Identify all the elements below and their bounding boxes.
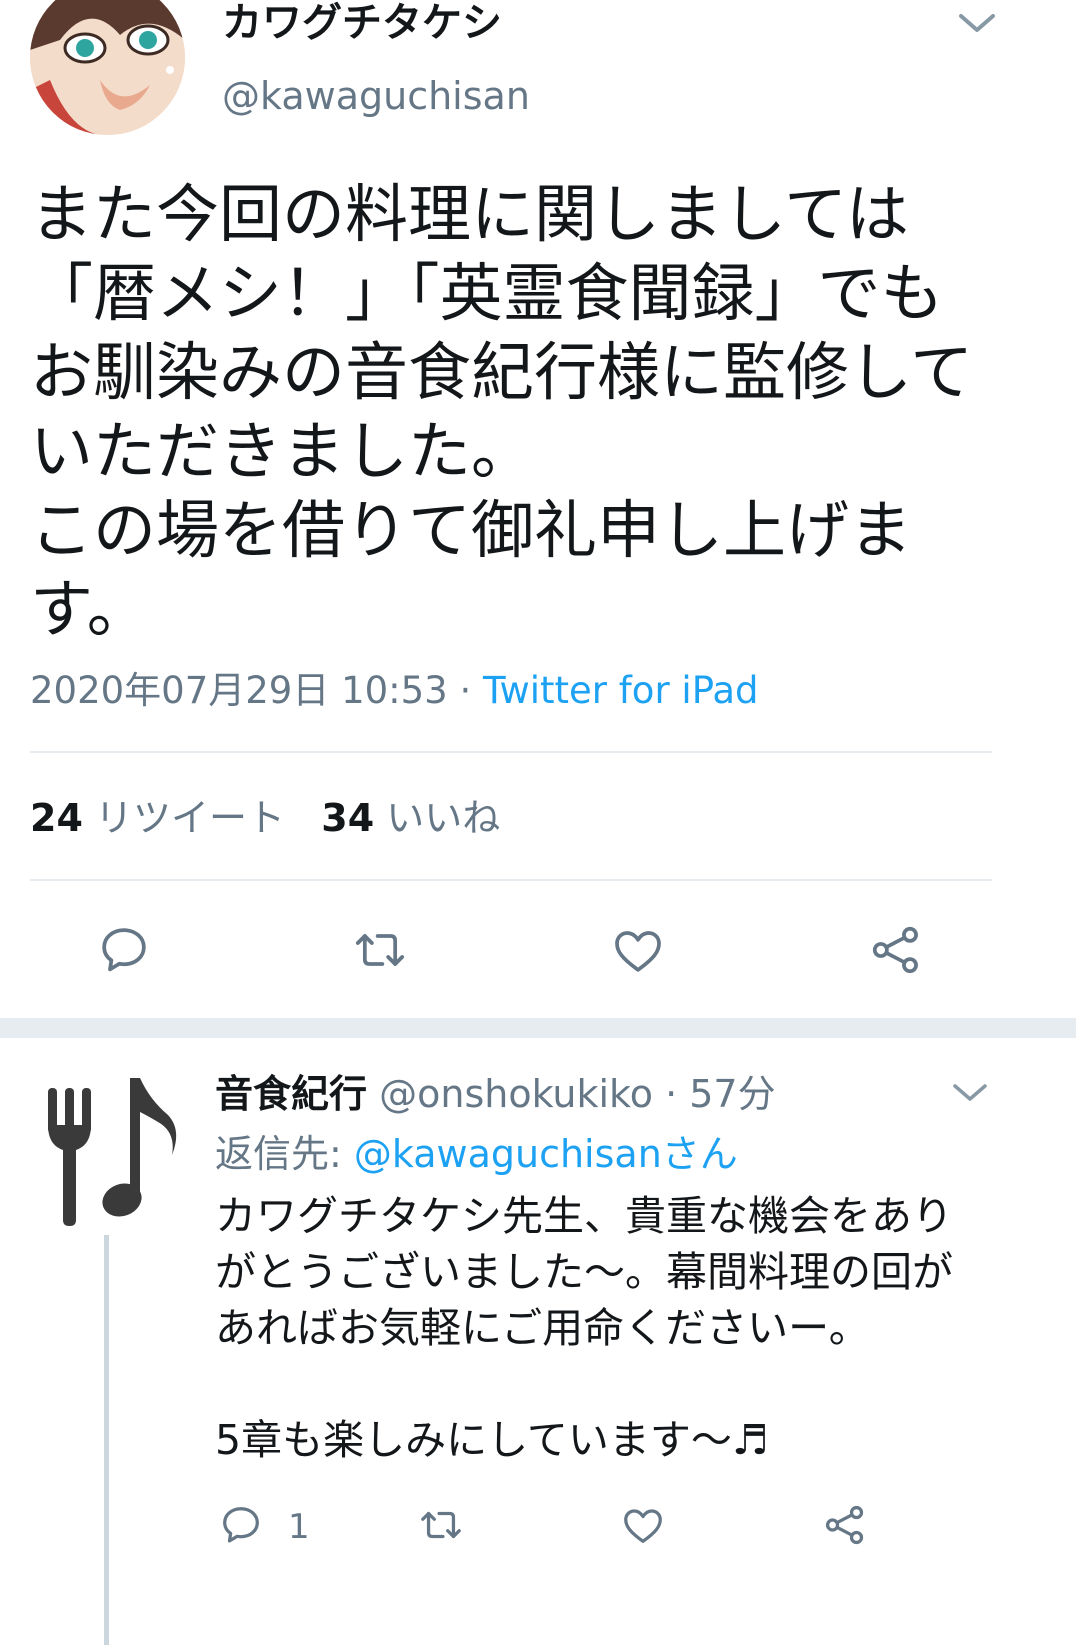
like-label: いいね: [386, 796, 501, 840]
reply-prefix: 返信先:: [215, 1132, 354, 1176]
relative-time: · 57分: [665, 1072, 776, 1116]
tweet-text: また今回の料理に関しましては 「暦メシ！」「英霊食聞録」でも お馴染みの音食紀行…: [30, 178, 974, 646]
meta-separator: ·: [447, 669, 484, 712]
like-icon[interactable]: [620, 1502, 666, 1548]
user-handle[interactable]: @kawaguchisan: [222, 72, 530, 120]
client-link[interactable]: Twitter for iPad: [483, 669, 759, 712]
retweet-stat[interactable]: 24 リツイート: [30, 796, 285, 840]
like-count: 34: [321, 796, 375, 840]
reply-icon[interactable]: [218, 1502, 264, 1548]
retweet-icon[interactable]: [418, 1502, 464, 1548]
tweet-meta: 2020年07月29日 10:53 · Twitter for iPad: [30, 666, 759, 716]
reply-icon[interactable]: [96, 922, 152, 978]
share-icon[interactable]: [868, 922, 924, 978]
tweet-stats: 24 リツイート 34 いいね: [30, 792, 500, 844]
retweet-label: リツイート: [94, 796, 285, 840]
display-name[interactable]: 音食紀行: [215, 1072, 367, 1116]
reply-to-line: 返信先: @kawaguchisanさん: [215, 1128, 738, 1180]
display-name[interactable]: カワグチタケシ: [222, 0, 502, 48]
section-separator: [0, 1018, 1076, 1038]
thread-line: [104, 1235, 109, 1645]
avatar[interactable]: [30, 0, 185, 135]
chevron-down-icon[interactable]: [955, 8, 999, 38]
avatar[interactable]: [40, 1070, 180, 1230]
share-icon[interactable]: [822, 1502, 868, 1548]
reply-text: カワグチタケシ先生、貴重な機会をあり がとうございました〜。幕間料理の回が あれ…: [215, 1192, 953, 1464]
timestamp: 2020年07月29日 10:53: [30, 669, 448, 712]
like-icon[interactable]: [610, 922, 666, 978]
retweet-count: 24: [30, 796, 83, 840]
reply-count: 1: [288, 1507, 310, 1547]
chevron-down-icon[interactable]: [950, 1080, 990, 1106]
retweet-icon[interactable]: [352, 922, 408, 978]
user-handle[interactable]: @onshokukiko: [379, 1072, 653, 1116]
reply-mention[interactable]: @kawaguchisanさん: [354, 1132, 738, 1176]
divider: [30, 879, 992, 881]
divider: [30, 751, 992, 753]
reply-header: 音食紀行 @onshokukiko · 57分: [215, 1068, 776, 1120]
like-stat[interactable]: 34 いいね: [321, 796, 500, 840]
